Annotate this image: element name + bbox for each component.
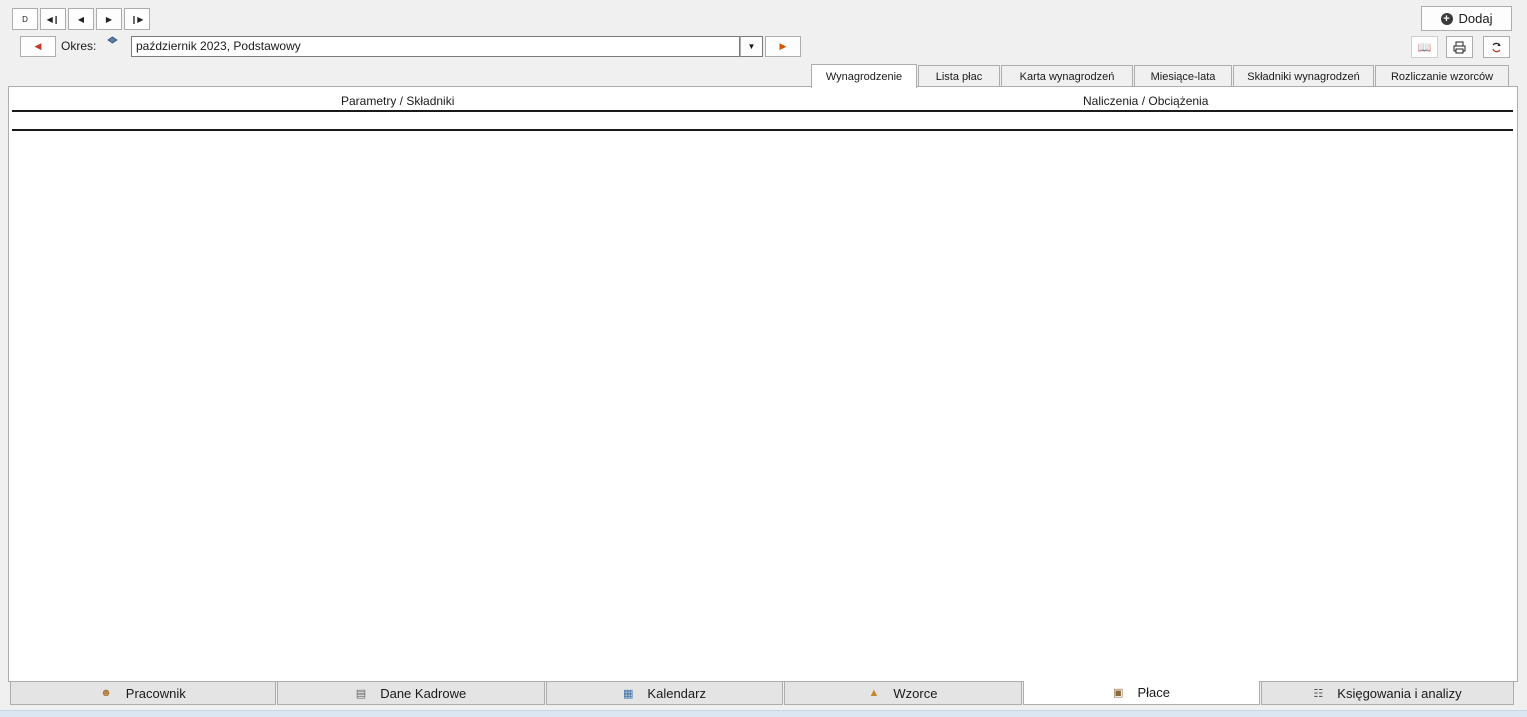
stack-icon: [107, 36, 118, 44]
bottom-tab-dane-kadrowe[interactable]: ▤ Dane Kadrowe: [277, 681, 545, 705]
calendar-icon: ▦: [623, 687, 634, 700]
next-record-button[interactable]: ▶: [96, 8, 122, 30]
bottom-tab-label: Kalendarz: [647, 685, 706, 701]
bottom-tab-ksiegowania[interactable]: ☷ Księgowania i analizy: [1261, 681, 1514, 705]
prev-period-button[interactable]: ◀: [20, 36, 56, 57]
tab-label: Karta wynagrodzeń: [1019, 70, 1115, 83]
add-button[interactable]: + Dodaj: [1421, 6, 1512, 31]
tab-label: Składniki wynagrodzeń: [1247, 70, 1360, 83]
tab-wynagrodzenie[interactable]: Wynagrodzenie: [811, 64, 917, 88]
prev-record-icon: ◀: [77, 14, 85, 24]
period-label: Okres:: [61, 39, 97, 53]
tab-rozliczanie-wzorcow[interactable]: Rozliczanie wzorców: [1375, 65, 1509, 87]
tab-skladniki-wynagrodzen[interactable]: Składniki wynagrodzeń: [1233, 65, 1374, 87]
period-dropdown-button[interactable]: ▼: [740, 36, 763, 57]
column-header-parameters[interactable]: Parametry / Składniki: [341, 94, 454, 108]
plus-icon: +: [1440, 12, 1453, 25]
bottom-tab-pracownik[interactable]: ☻ Pracownik: [10, 681, 276, 705]
id-card-icon: ▤: [355, 687, 367, 700]
row-divider: [12, 129, 1513, 131]
tab-label: Rozliczanie wzorców: [1390, 70, 1494, 83]
print-button[interactable]: [1446, 36, 1473, 58]
bottom-tab-place[interactable]: ▣ Płace: [1023, 681, 1260, 705]
printer-icon: [1453, 41, 1466, 53]
arrow-left-icon: ◀: [34, 41, 42, 51]
arrow-right-icon: ▶: [779, 41, 787, 51]
ledger-icon: ☷: [1313, 687, 1324, 700]
tab-label: Lista płac: [935, 70, 983, 83]
next-period-button[interactable]: ▶: [765, 36, 801, 57]
status-strip: [0, 710, 1527, 717]
first-page-label: D: [22, 14, 28, 24]
column-header-charges[interactable]: Naliczenia / Obciążenia: [1083, 94, 1208, 108]
first-record-button[interactable]: ◀❙: [40, 8, 66, 30]
bottom-tab-label: Płace: [1137, 685, 1170, 700]
bottom-tab-label: Księgowania i analizy: [1337, 685, 1462, 701]
templates-icon: ▲: [868, 687, 880, 699]
tab-label: Wynagrodzenie: [825, 70, 903, 83]
payroll-icon: ▣: [1113, 687, 1124, 699]
prev-record-button[interactable]: ◀: [68, 8, 94, 30]
last-record-icon: ❙▶: [130, 14, 144, 24]
bottom-tab-wzorce[interactable]: ▲ Wzorce: [784, 681, 1022, 705]
book-icon: 📖: [1417, 41, 1432, 54]
refresh-button[interactable]: [1483, 36, 1510, 58]
last-record-button[interactable]: ❙▶: [124, 8, 150, 30]
tab-label: Miesiące-lata: [1150, 70, 1216, 83]
salary-grid[interactable]: Parametry / Składniki Naliczenia / Obcią…: [8, 86, 1518, 682]
bottom-tab-label: Dane Kadrowe: [380, 685, 467, 701]
chevron-down-icon: ▼: [747, 42, 756, 51]
open-book-button[interactable]: 📖: [1411, 36, 1438, 58]
person-icon: ☻: [100, 687, 112, 699]
header-divider: [12, 110, 1513, 112]
next-record-icon: ▶: [105, 14, 113, 24]
tab-miesiace-lata[interactable]: Miesiące-lata: [1134, 65, 1232, 87]
first-record-icon: ◀❙: [46, 14, 60, 24]
refresh-icon: [1492, 42, 1501, 52]
bottom-tab-label: Pracownik: [125, 685, 186, 701]
first-page-button[interactable]: D: [12, 8, 38, 30]
period-field[interactable]: październik 2023, Podstawowy: [131, 36, 740, 57]
tab-karta-wynagrodzen[interactable]: Karta wynagrodzeń: [1001, 65, 1133, 87]
bottom-tab-label: Wzorce: [893, 685, 938, 701]
add-button-label: Dodaj: [1458, 11, 1493, 26]
bottom-tab-kalendarz[interactable]: ▦ Kalendarz: [546, 681, 783, 705]
tab-lista-plac[interactable]: Lista płac: [918, 65, 1000, 87]
